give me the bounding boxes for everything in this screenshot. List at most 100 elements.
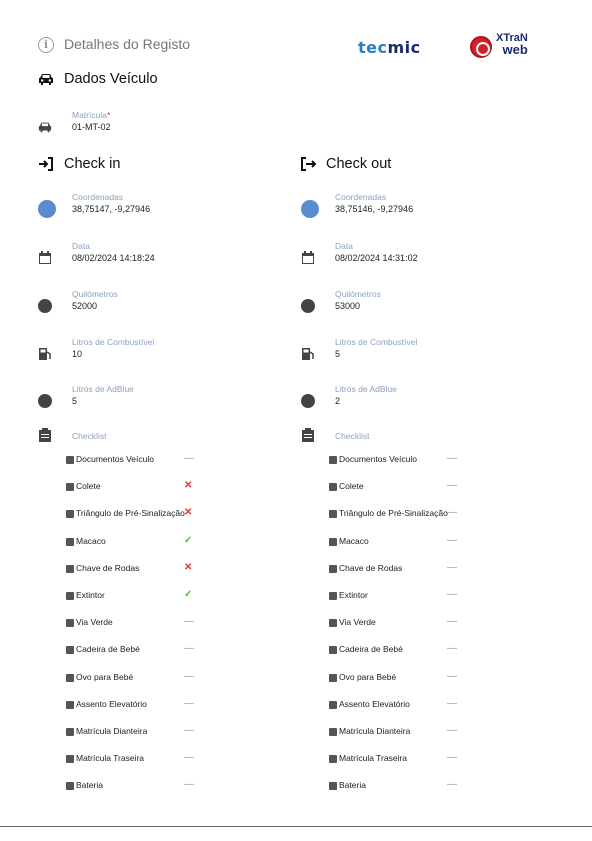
dash-icon: — [447,616,457,628]
checkout-title: Check out [326,156,392,172]
checklist-item-icon [66,782,74,791]
checklist-item: Colete — [329,480,469,495]
check-icon: ✓ [184,589,193,600]
checklist-item-icon [329,456,337,464]
checkin-adblue-field: Litros de AdBlue 5 [38,384,288,414]
calendar-icon [39,251,51,264]
dash-icon: — [447,589,457,600]
checklist-item-icon [329,700,337,709]
fuel-pump-icon [39,348,51,360]
checklist-item-label: Extintor [76,590,105,600]
checklist-item-icon [329,728,337,736]
checklist-item-icon [66,456,74,464]
checklist-item: Via Verde — [66,616,206,631]
checklist-item-icon [66,537,74,546]
page-title: Detalhes do Registo [64,36,191,52]
checklist-item: Bateria — [329,779,469,794]
checklist-item: Documentos Veículo — [329,453,469,468]
checklist-item-label: Matrícula Dianteira [76,726,148,736]
checklist-item-label: Assento Elevatório [339,698,410,709]
checkin-title: Check in [64,156,121,172]
dash-icon: — [447,779,457,791]
xtran-logo-icon [470,36,492,58]
checkout-adblue-field: Litros de AdBlue 2 [301,384,551,414]
checklist-item-label: Matrícula Traseira [76,753,145,764]
checklist-item: Bateria — [66,779,206,794]
checklist-item: Assento Elevatório — [329,697,469,713]
plate-value: 01-MT-02 [72,122,111,132]
checklist-item-label: Via Verde [76,617,113,628]
checklist-item-label: Triângulo de Pré-Sinalização [76,508,185,519]
checklist-item-icon [329,673,337,682]
checklist-item-label: Matrícula Dianteira [339,726,411,736]
dash-icon: — [447,697,457,709]
checklist-item: Macaco ✓ [66,534,206,550]
info-icon: i [38,37,54,53]
dash-icon: — [184,453,194,464]
checklist-item: Cadeira de Bebé — [66,643,206,658]
car-icon [39,74,53,85]
plate-label: Matrícula* [72,110,111,120]
dash-icon: — [184,697,194,709]
map-icon [301,200,319,218]
checklist-item: Matrícula Traseira — [66,752,206,767]
checklist-item-label: Extintor [339,590,368,600]
checklist-item-label: Macaco [339,535,369,546]
checklist-item-icon [329,483,337,492]
dash-icon: — [447,453,457,464]
checkin-fuel-field: Litros de Combustível 10 [38,337,288,367]
dash-icon: — [184,725,194,736]
speedometer-icon [38,299,52,313]
checkin-date-field: Data 08/02/2024 14:18:24 [38,241,288,271]
checklist-item: Ovo para Bebé — [329,671,469,686]
dash-icon: — [447,752,457,764]
dash-icon: — [184,643,194,655]
checklist-item: Triângulo de Pré-Sinalização ✕ [66,507,206,522]
checklist-item-label: Ovo para Bebé [76,671,134,682]
checklist-item-icon [329,537,337,546]
check-icon: ✓ [184,534,193,546]
checklist-item: Extintor ✓ [66,589,206,604]
checklist-item-label: Chave de Rodas [76,562,140,573]
checklist-item-icon [66,483,74,492]
checklist-item-icon [329,755,337,764]
clipboard-icon [39,428,51,442]
checklist-item-icon [66,700,74,709]
checklist-item: Cadeira de Bebé — [329,643,469,658]
dash-icon: — [447,534,457,546]
checklist-item-icon [66,510,74,519]
logout-icon [301,157,316,171]
xtran-web-logo: XTraN web [470,32,570,62]
checkout-date-field: Data 08/02/2024 14:31:02 [301,241,551,271]
dash-icon: — [447,725,457,736]
dash-icon: — [184,670,194,682]
checklist-item-label: Cadeira de Bebé [339,644,403,655]
checklist-item-label: Colete [339,481,364,492]
footer-divider [0,826,592,827]
checklist-item-icon [329,619,337,628]
dash-icon: — [447,480,457,492]
vehicle-section-title: Dados Veículo [64,71,158,87]
checkin-checklist-field: Checklist [38,426,288,446]
checklist-item: Via Verde — [329,616,469,631]
checklist-item-icon [329,564,337,573]
checklist-item-label: Macaco [76,535,106,546]
checklist-item-icon [66,564,74,573]
checklist-item-label: Chave de Rodas [339,562,403,573]
gauge-icon [301,394,315,408]
login-icon [39,157,53,171]
checklist-item: Extintor — [329,589,469,604]
checklist-item: Ovo para Bebé — [66,670,206,686]
checklist-item-label: Triângulo de Pré-Sinalização [339,508,448,519]
checklist-item-icon [66,755,74,764]
checklist-item-icon [329,782,337,791]
checklist-item-label: Matrícula Traseira [339,753,408,764]
checklist-item-icon [66,619,74,628]
checklist-item: Matrícula Dianteira — [66,725,206,740]
fuel-pump-icon [302,348,314,360]
checklist-item: Matrícula Traseira — [329,752,469,767]
checklist-item-icon [66,728,74,736]
tecmic-logo: tecmic [358,38,421,57]
dash-icon: — [447,507,457,519]
speedometer-icon [301,299,315,313]
